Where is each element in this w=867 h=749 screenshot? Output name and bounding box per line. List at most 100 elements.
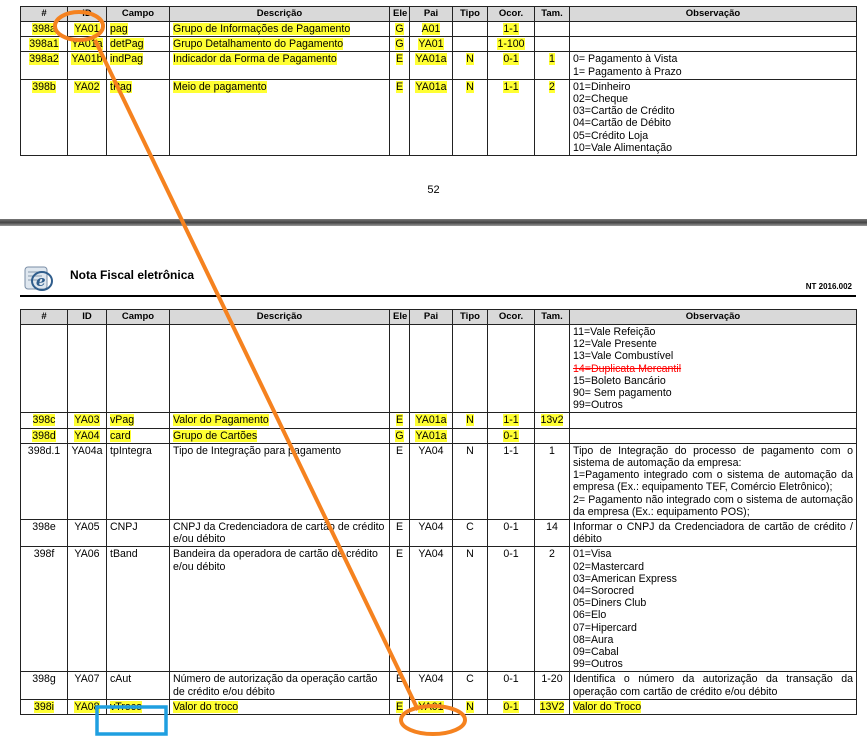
cell-ocor: 0-1 <box>487 427 535 444</box>
cell-observacao <box>569 427 857 444</box>
obs-continuation: 11=Vale Refeição 12=Vale Presente 13=Val… <box>569 323 857 414</box>
col-tam: Tam. <box>534 309 570 325</box>
col-tipo: Tipo <box>452 6 488 22</box>
cell-ele: E <box>389 412 410 429</box>
col-campo: Campo <box>106 309 170 325</box>
cell-ocor: 0-1 <box>487 546 535 673</box>
cell-num: 398d.1 <box>20 442 68 521</box>
cell-campo: card <box>106 427 170 444</box>
table-header-row: # ID Campo Descrição Ele Pai Tipo Ocor. … <box>20 309 857 325</box>
col-ele: Ele <box>389 6 410 22</box>
table-row-continuation: 11=Vale Refeição 12=Vale Presente 13=Val… <box>20 323 857 414</box>
svg-text:e: e <box>36 272 46 290</box>
table-row: 398i YA08 vTroco Valor do troco E YA01 N 0-1 13V… <box>20 698 857 716</box>
col-num: # <box>20 6 68 22</box>
cell-descricao: Indicador da Forma de Pagamento <box>169 51 390 80</box>
cell-campo: cAut <box>106 671 170 700</box>
cell-descricao: Valor do troco <box>169 698 390 716</box>
cell-descricao: CNPJ da Credenciadora de cartão de crédi… <box>169 519 390 548</box>
table-row: 398a2 YA01b indPag Indicador da Forma de Pa… <box>20 51 857 80</box>
cell-ele: E <box>389 698 410 716</box>
col-descricao: Descrição <box>169 6 390 22</box>
cell-num: 398a <box>20 20 68 38</box>
cell-id: YA02 <box>67 78 107 157</box>
cell-tipo: N <box>452 698 488 716</box>
col-ele: Ele <box>389 309 410 325</box>
cell-ocor: 1-100 <box>487 36 535 53</box>
cell-descricao: Número de autorização da operação cartão… <box>169 671 390 700</box>
cell-tam: 1 <box>534 51 570 80</box>
cell-descricao: Grupo Detalhamento do Pagamento <box>169 36 390 53</box>
cell-descricao: Valor do Pagamento <box>169 412 390 429</box>
table-row: 398e YA05 CNPJ CNPJ da Credenciadora de car… <box>20 519 857 548</box>
col-observacao: Observação <box>569 309 857 325</box>
cell-tam: 14 <box>534 519 570 548</box>
cell-id: YA03 <box>67 412 107 429</box>
cell-num: 398e <box>20 519 68 548</box>
cell-tipo: N <box>452 442 488 521</box>
table-header-row: # ID Campo Descrição Ele Pai Tipo Ocor. … <box>20 6 857 22</box>
cell-campo: indPag <box>106 51 170 80</box>
cell-pai: YA01a <box>409 412 453 429</box>
cell-tipo: N <box>452 78 488 157</box>
col-tipo: Tipo <box>452 309 488 325</box>
cell-pai: YA04 <box>409 546 453 673</box>
col-id: ID <box>67 6 107 22</box>
cell-tipo: N <box>452 412 488 429</box>
cell-ele: E <box>389 671 410 700</box>
cell-tam: 1 <box>534 442 570 521</box>
cell-tam: 1-20 <box>534 671 570 700</box>
cell-id: YA01 <box>67 20 107 38</box>
cell-id: YA07 <box>67 671 107 700</box>
table-row: 398b YA02 tPag Meio de pagamento E YA01a N 1-1 2… <box>20 78 857 157</box>
cell-descricao: Bandeira da operadora de cartão de crédi… <box>169 546 390 673</box>
cell-tipo: C <box>452 519 488 548</box>
cell-num: 398d <box>20 427 68 444</box>
cell-pai: YA01a <box>409 78 453 157</box>
cell-num: 398i <box>20 698 68 716</box>
cell-campo: vPag <box>106 412 170 429</box>
cell-observacao <box>569 20 857 38</box>
document-header: e Nota Fiscal eletrônica NT 2016.002 <box>20 263 856 297</box>
cell-observacao: Informar o CNPJ da Credenciadora de cart… <box>569 519 857 548</box>
cell-observacao: Tipo de Integração do processo de pagame… <box>569 442 857 521</box>
cell-ele: E <box>389 519 410 548</box>
cell-num: 398f <box>20 546 68 673</box>
cell-observacao: 01=Visa 02=Mastercard 03=American Express 0… <box>569 546 857 673</box>
cell-ele: G <box>389 36 410 53</box>
spec-table-page-52: # ID Campo Descrição Ele Pai Tipo Ocor. … <box>20 6 857 157</box>
col-descricao: Descrição <box>169 309 390 325</box>
cell-pai: YA04 <box>409 519 453 548</box>
table-row: 398a1 YA01a detPag Grupo Detalhamento do Pa… <box>20 36 857 53</box>
col-ocor: Ocor. <box>487 309 535 325</box>
cell-tipo <box>452 427 488 444</box>
table-row: 398d YA04 card Grupo de Cartões G YA01a 0-1 <box>20 427 857 444</box>
cell-pai: YA04 <box>409 671 453 700</box>
cell-ele: E <box>389 442 410 521</box>
cell-id: YA05 <box>67 519 107 548</box>
cell-ele: E <box>389 51 410 80</box>
cell-pai: YA01 <box>409 698 453 716</box>
cell-id: YA04a <box>67 442 107 521</box>
document-title: Nota Fiscal eletrônica <box>70 268 195 282</box>
nfe-logo-icon: e <box>24 266 53 291</box>
cell-ocor: 1-1 <box>487 78 535 157</box>
cell-ele: E <box>389 78 410 157</box>
cell-observacao: 01=Dinheiro 02=Cheque 03=Cartão de Crédito… <box>569 78 857 157</box>
cell-campo: tPag <box>106 78 170 157</box>
cell-num: 398a1 <box>20 36 68 53</box>
col-observacao: Observação <box>569 6 857 22</box>
cell-num: 398b <box>20 78 68 157</box>
cell-id: YA01a <box>67 36 107 53</box>
cell-ocor: 0-1 <box>487 519 535 548</box>
cell-ele: E <box>389 546 410 673</box>
cell-descricao: Tipo de Integração para pagamento <box>169 442 390 521</box>
col-tam: Tam. <box>534 6 570 22</box>
cell-observacao: Identifica o número da autorização da tr… <box>569 671 857 700</box>
cell-pai: YA01a <box>409 51 453 80</box>
cell-id: YA04 <box>67 427 107 444</box>
cell-tam <box>534 427 570 444</box>
cell-ele: G <box>389 427 410 444</box>
cell-descricao: Meio de pagamento <box>169 78 390 157</box>
cell-ocor: 1-1 <box>487 412 535 429</box>
